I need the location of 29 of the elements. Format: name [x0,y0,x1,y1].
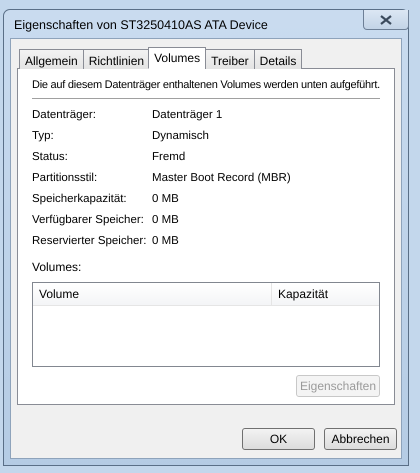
tab[interactable]: Treiber [205,49,255,69]
window-title: Eigenschaften von ST3250410AS ATA Device [14,17,268,34]
dialog-button[interactable]: OK [242,428,315,450]
property-value: 0 MB [152,212,179,228]
dialog-button[interactable]: Abbrechen [324,428,397,450]
tab[interactable]: Details [254,49,302,69]
close-button[interactable] [363,10,409,30]
property-label: Speicherkapazität: [32,192,128,207]
property-value: Dynamisch [152,128,209,144]
tab[interactable]: Volumes [148,47,206,69]
property-value: Master Boot Record (MBR) [152,170,291,186]
property-label: Status: [32,150,69,165]
property-label: Typ: [32,128,55,144]
property-label: Partitionsstil: [32,170,98,186]
property-label: Verfügbarer Speicher: [32,212,145,228]
tab[interactable]: Richtlinien [82,49,150,69]
property-value: Fremd [152,150,186,165]
close-icon [380,14,392,24]
property-value: 0 MB [152,234,179,249]
tab[interactable]: Allgemein [19,49,84,69]
property-value: Datenträger 1 [152,108,222,123]
property-value: 0 MB [152,192,179,207]
volume-list[interactable]: Volume Kapazität [32,282,380,367]
intro-text: Die auf diesem Datenträger enthaltenen Volumes werden unten aufgeführt. [32,78,380,92]
property-label: Datenträger: [32,108,97,123]
property-label: Reservierter Speicher: [32,234,148,249]
column-header[interactable]: Kapazität [272,283,379,305]
volumes-label: Volumes: [32,259,82,276]
column-header[interactable]: Volume [33,283,272,305]
